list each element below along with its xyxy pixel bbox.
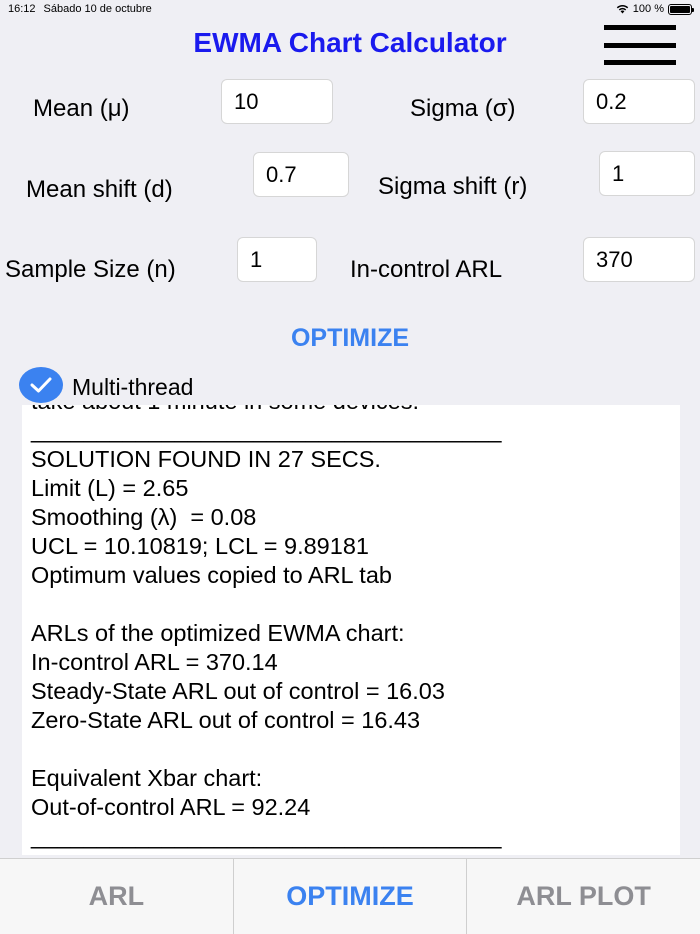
sample-size-input[interactable] bbox=[237, 237, 317, 282]
sample-size-label: Sample Size (n) bbox=[5, 256, 176, 283]
output-line: Steady-State ARL out of control = 16.03 bbox=[31, 678, 445, 704]
sigma-shift-input[interactable] bbox=[599, 151, 695, 196]
status-time: 16:12 bbox=[8, 3, 36, 15]
output-line: ____________________________________ bbox=[31, 417, 502, 443]
output-line: Zero-State ARL out of control = 16.43 bbox=[31, 707, 421, 733]
output-line: Smoothing (λ) = 0.08 bbox=[31, 504, 257, 530]
wifi-icon bbox=[616, 4, 628, 14]
in-control-arl-input[interactable] bbox=[583, 237, 695, 282]
output-line: Limit (L) = 2.65 bbox=[31, 475, 189, 501]
sigma-label: Sigma (σ) bbox=[410, 95, 516, 122]
in-control-arl-label: In-control ARL bbox=[350, 256, 503, 283]
mean-shift-input[interactable] bbox=[253, 152, 349, 197]
tab-arl-plot[interactable]: ARL PLOT bbox=[467, 859, 700, 934]
output-line: In-control ARL = 370.14 bbox=[31, 649, 278, 675]
status-bar: 16:12 Sábado 10 de octubre 100 % bbox=[0, 0, 700, 18]
output-line: Optimum values copied to ARL tab bbox=[31, 562, 392, 588]
output-line: Equivalent Xbar chart: bbox=[31, 765, 263, 791]
battery-icon bbox=[668, 3, 694, 15]
battery-percent: 100 % bbox=[632, 3, 664, 15]
multithread-label: Multi-thread bbox=[72, 374, 194, 400]
hamburger-menu-icon[interactable] bbox=[604, 25, 676, 65]
checkmark-icon bbox=[30, 377, 52, 393]
output-line: ____________________________________ bbox=[31, 823, 502, 849]
output-line: SOLUTION FOUND IN 27 SECS. bbox=[31, 446, 381, 472]
output-line: ARLs of the optimized EWMA chart: bbox=[31, 620, 405, 646]
sigma-input[interactable] bbox=[583, 79, 695, 124]
mean-shift-label: Mean shift (d) bbox=[26, 176, 173, 203]
tab-optimize[interactable]: OPTIMIZE bbox=[234, 859, 468, 934]
optimize-button[interactable]: OPTIMIZE bbox=[0, 324, 700, 353]
output-line: UCL = 10.10819; LCL = 9.89181 bbox=[31, 533, 369, 559]
tab-bar: ARL OPTIMIZE ARL PLOT bbox=[0, 858, 700, 934]
sigma-shift-label: Sigma shift (r) bbox=[378, 173, 528, 200]
output-line: take about 1 minute in some devices. bbox=[31, 405, 680, 416]
app-title: EWMA Chart Calculator bbox=[193, 27, 507, 58]
mean-label: Mean (μ) bbox=[33, 95, 130, 122]
mean-input[interactable] bbox=[221, 79, 333, 124]
multithread-checkbox[interactable] bbox=[19, 367, 63, 403]
results-output[interactable]: take about 1 minute in some devices. ___… bbox=[22, 405, 680, 855]
output-line: Out-of-control ARL = 92.24 bbox=[31, 794, 311, 820]
tab-arl[interactable]: ARL bbox=[0, 859, 234, 934]
status-date: Sábado 10 de octubre bbox=[43, 3, 152, 15]
